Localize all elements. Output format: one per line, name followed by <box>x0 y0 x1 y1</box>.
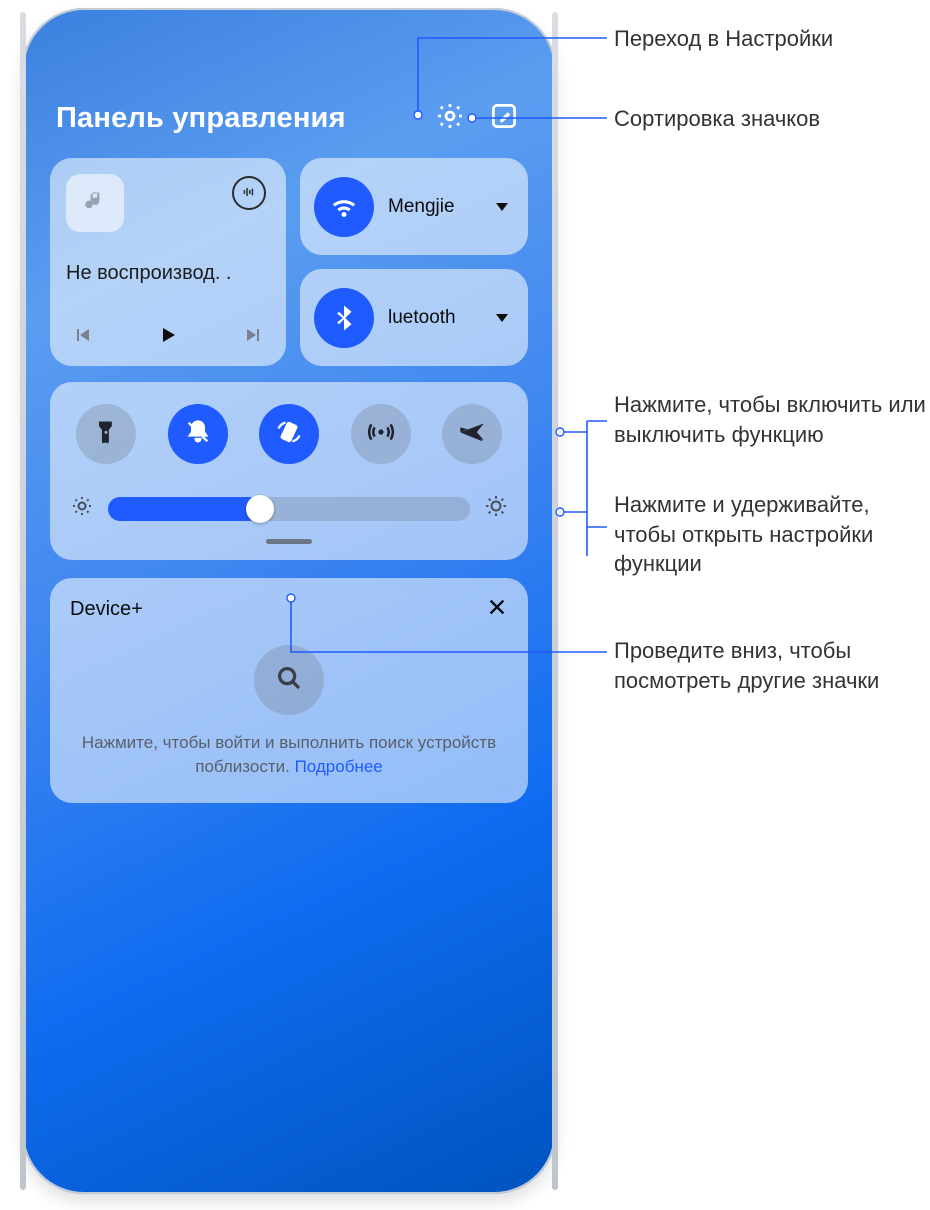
sort-button[interactable] <box>486 100 522 136</box>
device-plus-message: Нажмите, чтобы войти и выполнить поиск у… <box>70 731 508 779</box>
bluetooth-tile[interactable]: luetooth <box>300 269 528 366</box>
control-panel-header: Панель управления <box>22 100 556 158</box>
auto-rotate-toggle[interactable] <box>259 404 319 464</box>
callout-tap: Нажмите, чтобы включить или выключить фу… <box>614 390 930 449</box>
media-status-text: Не воспроизвод. . <box>66 262 270 285</box>
wifi-label: Mengjie <box>388 196 482 218</box>
brightness-slider-fill <box>108 497 260 521</box>
page-title: Панель управления <box>56 102 414 135</box>
wifi-tile[interactable]: Mengjie <box>300 158 528 255</box>
callout-hold: Нажмите и удерживайте, чтобы открыть нас… <box>614 490 930 579</box>
device-search-button[interactable] <box>254 645 324 715</box>
search-icon <box>274 663 304 698</box>
bluetooth-label: luetooth <box>388 307 482 329</box>
device-plus-close-button[interactable] <box>486 596 508 623</box>
drag-handle[interactable] <box>266 539 312 544</box>
phone-mock: Панель управления <box>22 8 556 1194</box>
chevron-down-icon[interactable] <box>496 203 508 211</box>
device-plus-title: Device+ <box>70 598 486 621</box>
brightness-slider-thumb[interactable] <box>246 495 274 523</box>
device-plus-card: Device+ Нажмите, чтобы войти и выполнить… <box>50 578 528 803</box>
sun-low-icon <box>70 494 94 523</box>
flashlight-toggle[interactable] <box>76 404 136 464</box>
callout-swipe: Проведите вниз, чтобы посмотреть другие … <box>614 636 930 695</box>
skip-prev-icon[interactable] <box>70 323 94 352</box>
callout-settings: Переход в Настройки <box>614 24 833 54</box>
close-icon <box>486 605 508 622</box>
top-row: Не воспроизвод. . Mengjie <box>50 158 528 366</box>
auto-rotate-icon <box>275 418 303 451</box>
quick-toggles-card <box>50 382 528 560</box>
edit-icon <box>489 101 519 136</box>
hotspot-icon <box>367 418 395 451</box>
wifi-icon <box>314 177 374 237</box>
cast-audio-icon <box>241 184 257 203</box>
album-art-placeholder <box>66 174 124 232</box>
device-plus-message-text: Нажмите, чтобы войти и выполнить поиск у… <box>82 733 496 776</box>
settings-button[interactable] <box>432 100 468 136</box>
mute-toggle[interactable] <box>168 404 228 464</box>
media-card[interactable]: Не воспроизвод. . <box>50 158 286 366</box>
brightness-slider[interactable] <box>108 497 470 521</box>
airplane-toggle[interactable] <box>442 404 502 464</box>
bell-off-icon <box>184 418 212 451</box>
play-icon[interactable] <box>156 323 180 352</box>
skip-next-icon[interactable] <box>242 323 266 352</box>
hotspot-toggle[interactable] <box>351 404 411 464</box>
flashlight-icon <box>92 418 120 451</box>
music-note-icon <box>82 188 108 219</box>
chevron-down-icon[interactable] <box>496 314 508 322</box>
cast-audio-button[interactable] <box>232 176 266 210</box>
device-plus-learn-more-link[interactable]: Подробнее <box>295 757 383 776</box>
airplane-icon <box>458 418 486 451</box>
gear-icon <box>435 101 465 136</box>
bluetooth-icon <box>314 288 374 348</box>
callout-sort: Сортировка значков <box>614 104 820 134</box>
sun-high-icon <box>484 494 508 523</box>
